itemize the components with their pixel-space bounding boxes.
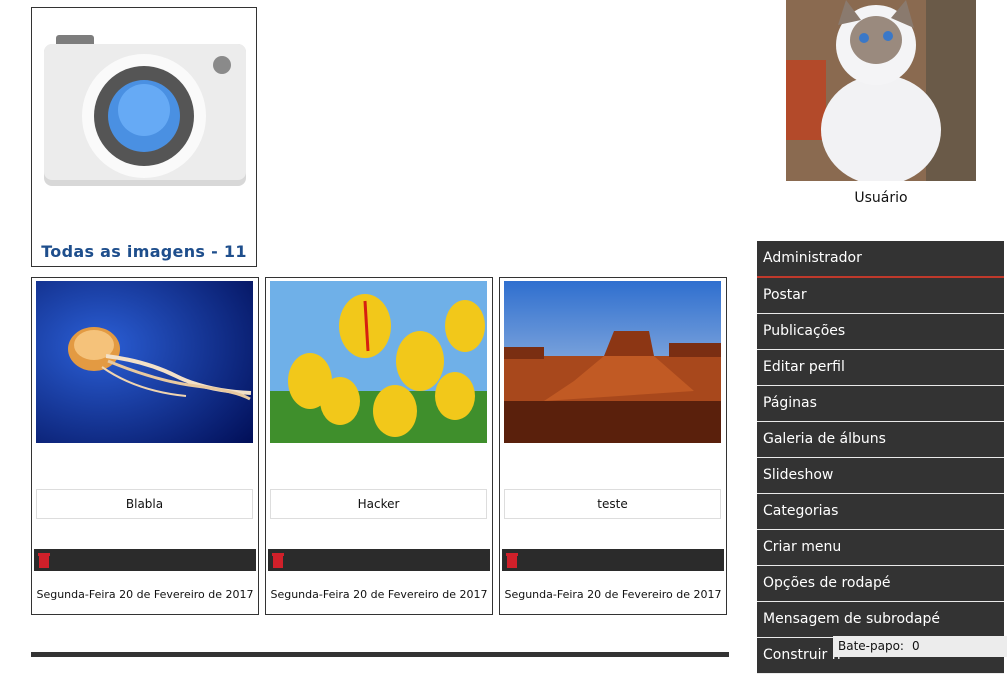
menu-item-categorias[interactable]: Categorias <box>757 494 1004 530</box>
chat-bar[interactable]: Bate-papo: 0 <box>833 636 1007 657</box>
camera-icon <box>44 35 246 186</box>
photo-actions-bar <box>268 549 490 571</box>
photo-date: Segunda-Feira 20 de Fevereiro de 2017 <box>36 588 254 601</box>
user-avatar <box>786 0 976 181</box>
trash-icon[interactable] <box>506 552 518 568</box>
menu-item-editar-perfil[interactable]: Editar perfil <box>757 350 1004 386</box>
album-title[interactable]: Todas as imagens - 11 <box>32 242 256 261</box>
menu-item-publicacoes[interactable]: Publicações <box>757 314 1004 350</box>
photo-thumbnail-tulips[interactable] <box>270 281 487 443</box>
trash-icon[interactable] <box>38 552 50 568</box>
menu-item-slideshow[interactable]: Slideshow <box>757 458 1004 494</box>
content-bottom-divider <box>31 652 729 657</box>
photo-thumbnail-desert[interactable] <box>504 281 721 443</box>
photo-name: Hacker <box>270 489 487 519</box>
photo-date: Segunda-Feira 20 de Fevereiro de 2017 <box>270 588 488 601</box>
admin-menu: Administrador Postar Publicações Editar … <box>757 241 1004 674</box>
photo-actions-bar <box>502 549 724 571</box>
photo-thumbnail-jellyfish[interactable] <box>36 281 253 443</box>
photo-card[interactable]: teste Segunda-Feira 20 de Fevereiro de 2… <box>499 277 727 615</box>
menu-item-postar[interactable]: Postar <box>757 278 1004 314</box>
album-card-all-images[interactable]: Todas as imagens - 11 <box>31 7 257 267</box>
menu-item-galeria-de-albuns[interactable]: Galeria de álbuns <box>757 422 1004 458</box>
photo-name: teste <box>504 489 721 519</box>
trash-icon[interactable] <box>272 552 284 568</box>
menu-item-administrador[interactable]: Administrador <box>757 241 1004 278</box>
photo-date: Segunda-Feira 20 de Fevereiro de 2017 <box>504 588 722 601</box>
menu-item-paginas[interactable]: Páginas <box>757 386 1004 422</box>
user-name: Usuário <box>854 190 908 206</box>
photo-card[interactable]: Hacker Segunda-Feira 20 de Fevereiro de … <box>265 277 493 615</box>
chat-label: Bate-papo: <box>838 639 904 653</box>
chat-count: 0 <box>911 639 920 653</box>
menu-item-mensagem-de-subrodape[interactable]: Mensagem de subrodapé <box>757 602 1004 638</box>
photo-card[interactable]: Blabla Segunda-Feira 20 de Fevereiro de … <box>31 277 259 615</box>
menu-item-opcoes-de-rodape[interactable]: Opções de rodapé <box>757 566 1004 602</box>
photo-name: Blabla <box>36 489 253 519</box>
menu-item-criar-menu[interactable]: Criar menu <box>757 530 1004 566</box>
photo-actions-bar <box>34 549 256 571</box>
